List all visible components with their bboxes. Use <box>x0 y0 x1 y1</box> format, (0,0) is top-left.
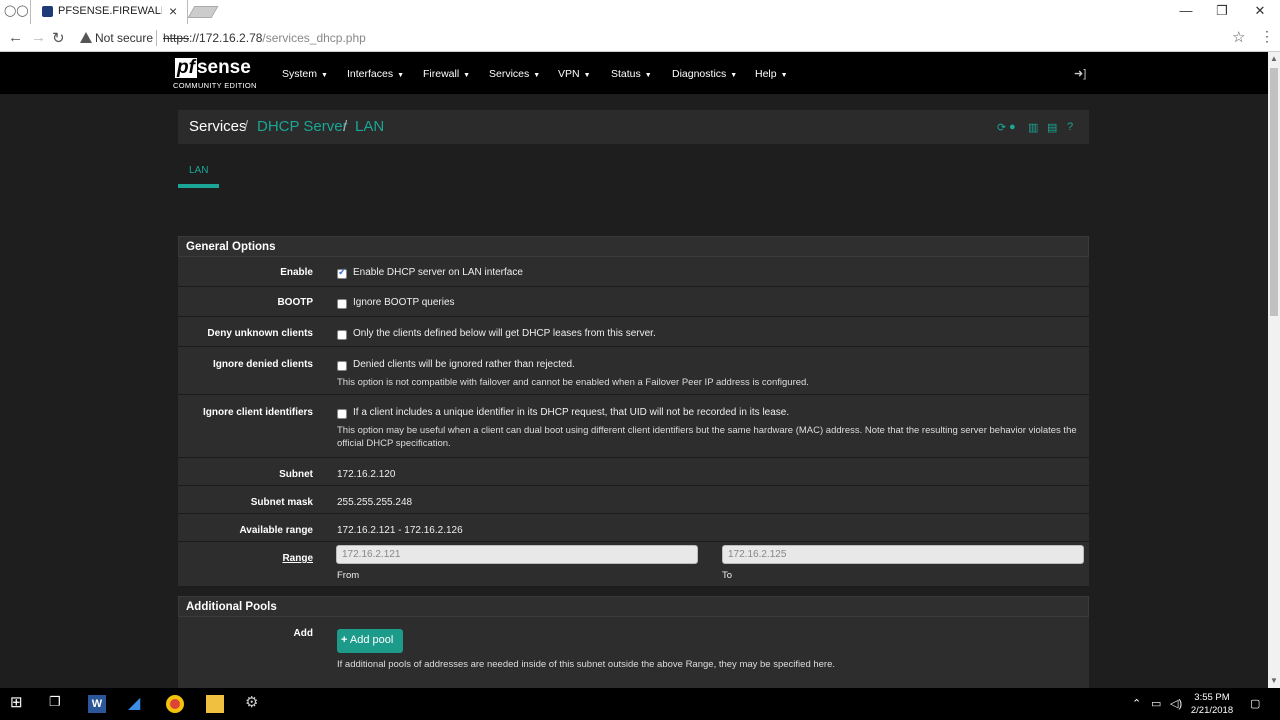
windows-start-icon[interactable]: ⊞ <box>10 693 28 711</box>
breadcrumb-lan[interactable]: LAN <box>355 118 384 135</box>
url-host: ://172.16.2.78 <box>189 31 263 45</box>
scroll-thumb[interactable] <box>1270 68 1278 316</box>
scroll-down-icon[interactable]: ▼ <box>1270 676 1278 685</box>
ignore-client-ids-row: Ignore client identifiers If a client in… <box>178 395 1089 458</box>
taskbar-clock[interactable]: 3:55 PM 2/21/2018 <box>1180 691 1244 717</box>
forward-icon[interactable]: → <box>31 29 46 46</box>
plus-icon: + <box>341 634 348 646</box>
window-close-icon[interactable]: ✕ <box>1250 3 1270 19</box>
nav-vpn[interactable]: VPN ▼ <box>558 68 591 80</box>
enable-row: Enable Enable DHCP server on LAN interfa… <box>178 257 1089 287</box>
word-icon[interactable]: W <box>88 695 106 713</box>
deny-unknown-checkbox[interactable] <box>337 330 347 340</box>
additional-pools-header: Additional Pools <box>178 596 1089 617</box>
help-icon[interactable]: ? <box>1067 121 1073 133</box>
subnet-mask-row: Subnet mask 255.255.255.248 <box>178 486 1089 514</box>
subnet-row: Subnet 172.16.2.120 <box>178 458 1089 486</box>
divider <box>156 30 157 46</box>
url-path: /services_dhcp.php <box>262 31 366 45</box>
general-options-header: General Options <box>178 236 1089 257</box>
bootp-checkbox[interactable] <box>337 299 347 309</box>
restart-service-icon[interactable]: ⟳ <box>997 121 1006 134</box>
chrome-icon[interactable] <box>166 695 184 713</box>
network-icon[interactable]: ▭ <box>1151 697 1161 710</box>
ignore-denied-checkbox[interactable] <box>337 361 347 371</box>
nav-diagnostics[interactable]: Diagnostics ▼ <box>672 68 737 80</box>
browser-tab-title[interactable]: PFSENSE.FIREWALL.COM <box>58 5 162 17</box>
url-scheme: https <box>163 31 190 45</box>
nav-help[interactable]: Help ▼ <box>755 68 788 80</box>
restore-icon[interactable]: ❐ <box>1212 3 1232 19</box>
file-explorer-icon[interactable] <box>206 695 224 713</box>
browser-tab-strip: ◯◯ PFSENSE.FIREWALL.COM × — ❐ ✕ <box>0 0 1280 24</box>
minimize-icon[interactable]: — <box>1176 3 1196 18</box>
add-pool-button[interactable]: + Add pool <box>337 629 403 653</box>
back-icon[interactable]: ← <box>8 29 23 46</box>
subnet-value: 172.16.2.120 <box>337 469 396 480</box>
pfsense-logo[interactable]: pf sense <box>175 57 251 79</box>
breadcrumb-dhcp-server[interactable]: DHCP Server <box>257 118 348 135</box>
ignore-client-ids-checkbox[interactable] <box>337 409 347 419</box>
address-bar: ← → ↻ Not secure https://172.16.2.78/ser… <box>0 24 1280 52</box>
range-from-label: From <box>337 570 360 581</box>
security-indicator[interactable]: Not secure <box>95 31 153 45</box>
subnet-mask-value: 255.255.255.248 <box>337 497 413 508</box>
ignore-denied-help: This option is not compatible with failo… <box>337 377 809 388</box>
nav-firewall[interactable]: Firewall ▼ <box>423 68 470 80</box>
nav-status[interactable]: Status ▼ <box>611 68 652 80</box>
scroll-up-icon[interactable]: ▲ <box>1270 54 1278 63</box>
tab-close-icon[interactable]: × <box>169 3 177 19</box>
bootp-row: BOOTP Ignore BOOTP queries <box>178 287 1089 317</box>
status-chart-icon[interactable]: ▥ <box>1028 121 1038 134</box>
nav-system[interactable]: System ▼ <box>282 68 328 80</box>
tab-lan[interactable]: LAN <box>178 155 219 188</box>
enable-checkbox[interactable] <box>337 267 347 279</box>
stop-service-icon[interactable]: ● <box>1009 121 1016 133</box>
top-navbar: pf sense COMMUNITY EDITION System ▼ Interf… <box>0 52 1268 94</box>
warning-icon[interactable] <box>80 32 92 43</box>
nav-services[interactable]: Services ▼ <box>489 68 540 80</box>
reload-icon[interactable]: ↻ <box>52 29 65 47</box>
sketch-app-icon[interactable]: ◢ <box>128 693 146 712</box>
breadcrumb-services: Services <box>189 118 247 135</box>
tray-chevron-icon[interactable]: ⌃ <box>1132 697 1141 710</box>
page-scrollbar[interactable]: ▲ ▼ <box>1268 52 1280 688</box>
active-tab-indicator <box>178 184 219 188</box>
add-pool-help: If additional pools of addresses are nee… <box>337 659 836 670</box>
range-to-input[interactable] <box>722 545 1084 564</box>
breadcrumb-separator: / <box>244 118 249 135</box>
available-range-value: 172.16.2.121 - 172.16.2.126 <box>337 525 463 536</box>
logout-icon[interactable]: ➜] <box>1074 67 1086 80</box>
utility-app-icon[interactable]: ⚙ <box>245 693 263 711</box>
taskbar: ⊞ ❐ W ◢ ⚙ ⌃ ▭ ◁) 3:55 PM 2/21/2018 ▢ <box>0 688 1280 720</box>
new-tab-button[interactable] <box>187 6 219 18</box>
notifications-icon[interactable]: ▢ <box>1250 697 1260 710</box>
edition-label: COMMUNITY EDITION <box>173 81 257 90</box>
breadcrumb: Services / DHCP Server / LAN ⟳ ● ▥ ▤ ? <box>178 110 1089 144</box>
ignore-client-ids-help: This option may be useful when a client … <box>337 425 1077 449</box>
favicon-icon <box>42 6 53 17</box>
browser-menu-icon[interactable]: ⋮ <box>1260 28 1274 45</box>
incognito-icon: ◯◯ <box>4 5 29 17</box>
available-range-row: Available range 172.16.2.121 - 172.16.2.… <box>178 514 1089 542</box>
breadcrumb-separator: / <box>343 118 348 135</box>
add-pool-row: Add + Add pool If additional pools of ad… <box>178 617 1089 688</box>
range-to-label: To <box>722 570 733 581</box>
log-table-icon[interactable]: ▤ <box>1047 121 1057 134</box>
task-view-icon[interactable]: ❐ <box>49 694 67 712</box>
range-row: Range From To <box>178 542 1089 587</box>
bookmark-star-icon[interactable]: ☆ <box>1232 28 1245 46</box>
nav-interfaces[interactable]: Interfaces ▼ <box>347 68 404 80</box>
deny-unknown-row: Deny unknown clients Only the clients de… <box>178 317 1089 347</box>
ignore-denied-row: Ignore denied clients Denied clients wil… <box>178 347 1089 395</box>
url-field[interactable]: https://172.16.2.78/services_dhcp.php <box>163 31 366 45</box>
range-from-input[interactable] <box>336 545 698 564</box>
